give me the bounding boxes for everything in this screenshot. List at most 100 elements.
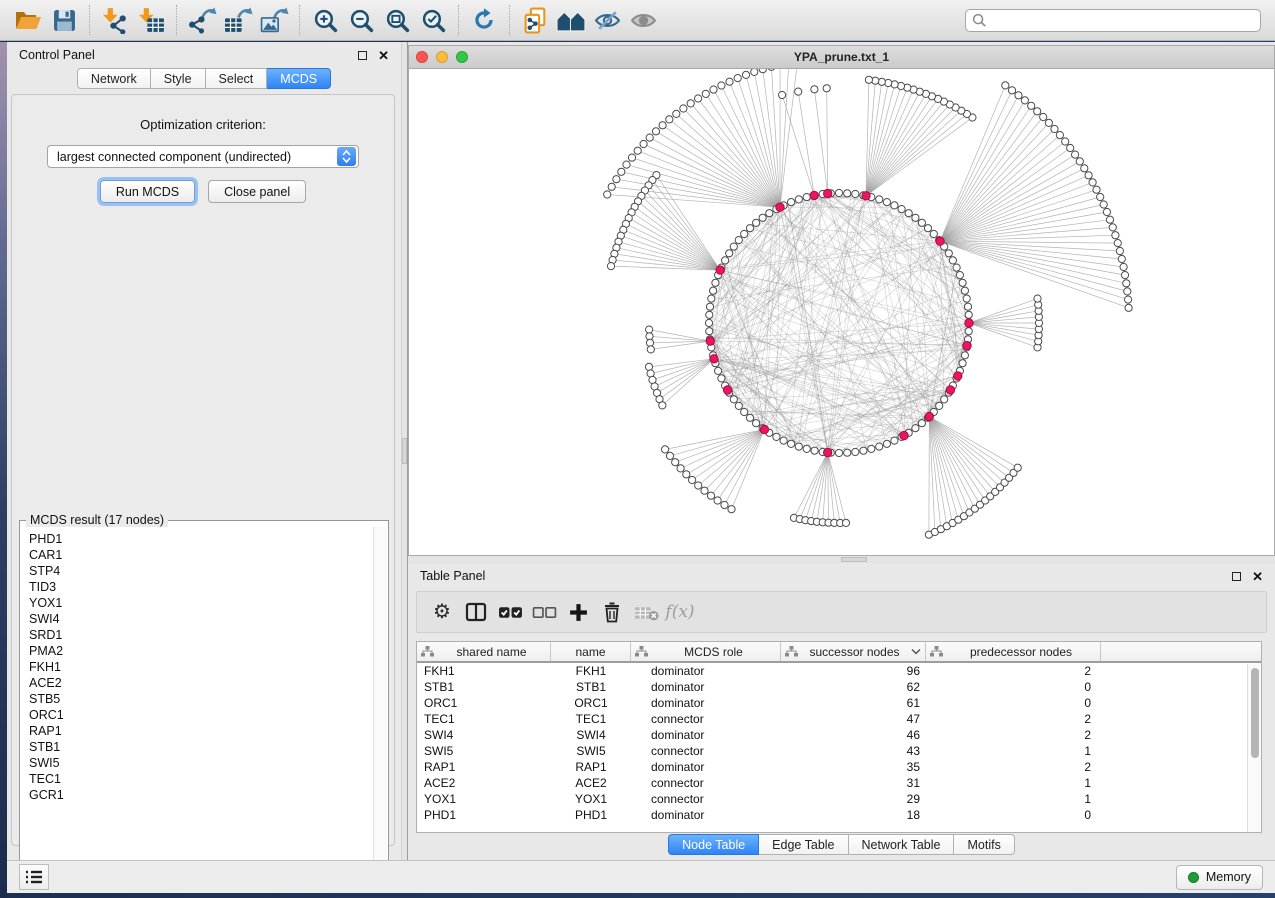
export-network-button[interactable] [184, 4, 220, 36]
control-panel-title: Control Panel [19, 48, 95, 62]
zoom-in-icon [313, 8, 338, 33]
vertical-splitter[interactable] [401, 42, 408, 860]
column-header-name[interactable]: name [551, 642, 631, 661]
clone-network-button[interactable] [517, 4, 553, 36]
mcds-list-item[interactable]: PHD1 [29, 531, 373, 547]
mcds-result-list[interactable]: PHD1CAR1STP4TID3YOX1SWI4SRD1PMA2FKH1ACE2… [21, 527, 373, 889]
deselect-all-button[interactable] [527, 596, 561, 628]
cell-shared-name: RAP1 [417, 760, 551, 774]
column-header-predecessor-nodes[interactable]: predecessor nodes [926, 642, 1101, 661]
memory-button[interactable]: Memory [1176, 865, 1263, 890]
export-table-button[interactable] [220, 4, 256, 36]
vertical-splitter-handle[interactable] [402, 438, 407, 464]
tab-node-table[interactable]: Node Table [668, 834, 759, 855]
tab-edge-table[interactable]: Edge Table [759, 834, 848, 855]
mcds-list-item[interactable]: FKH1 [29, 659, 373, 675]
mcds-list-item[interactable]: STB1 [29, 739, 373, 755]
table-row[interactable]: TEC1TEC1connector472 [417, 711, 1261, 727]
search-input[interactable] [987, 13, 1254, 27]
float-panel-icon[interactable] [358, 51, 367, 60]
mcds-list-item[interactable]: STB5 [29, 691, 373, 707]
optimization-criterion-label: Optimization criterion: [12, 117, 394, 132]
mcds-list-scrollbar[interactable] [373, 527, 387, 889]
mcds-list-item[interactable]: CAR1 [29, 547, 373, 563]
show-graphics-button[interactable] [625, 4, 661, 36]
table-row[interactable]: YOX1YOX1connector291 [417, 791, 1261, 807]
refresh-icon [471, 7, 497, 33]
delete-button[interactable] [595, 596, 629, 628]
close-panel-button[interactable]: Close panel [208, 180, 306, 203]
table-row[interactable]: ORC1ORC1dominator610 [417, 695, 1261, 711]
cell-predecessor-nodes: 1 [926, 776, 1101, 790]
column-header-successor-nodes[interactable]: successor nodes [781, 642, 926, 661]
add-column-button[interactable] [561, 596, 595, 628]
mcds-list-item[interactable]: TEC1 [29, 771, 373, 787]
delete-column-button[interactable] [629, 596, 663, 628]
mcds-list-item[interactable]: SRD1 [29, 627, 373, 643]
table-row[interactable]: SWI5SWI5connector431 [417, 743, 1261, 759]
tab-select[interactable]: Select [206, 68, 268, 89]
mcds-list-item[interactable]: GCR1 [29, 787, 373, 803]
mcds-list-item[interactable]: ACE2 [29, 675, 373, 691]
import-network-icon [101, 7, 130, 34]
refresh-button[interactable] [466, 4, 502, 36]
horizontal-splitter[interactable] [408, 556, 1275, 563]
run-mcds-button[interactable]: Run MCDS [100, 180, 195, 203]
import-network-button[interactable] [97, 4, 133, 36]
task-history-button[interactable] [19, 864, 49, 890]
search-box[interactable] [965, 9, 1261, 32]
mcds-list-item[interactable]: ORC1 [29, 707, 373, 723]
table-row[interactable]: PHD1PHD1dominator180 [417, 807, 1261, 823]
cell-shared-name: STB1 [417, 680, 551, 694]
table-scrollbar[interactable] [1247, 664, 1261, 832]
tab-network[interactable]: Network [77, 68, 151, 89]
column-header-mcds-role[interactable]: MCDS role [631, 642, 781, 661]
tab-motifs[interactable]: Motifs [954, 834, 1014, 855]
cell-successor-nodes: 43 [781, 744, 926, 758]
tab-style[interactable]: Style [151, 68, 206, 89]
network-canvas[interactable] [409, 69, 1274, 555]
cell-predecessor-nodes: 2 [926, 728, 1101, 742]
cell-shared-name: TEC1 [417, 712, 551, 726]
column-header-shared-name[interactable]: shared name [417, 642, 551, 661]
table-row[interactable]: FKH1FKH1dominator962 [417, 663, 1261, 679]
mcds-list-item[interactable]: YOX1 [29, 595, 373, 611]
mcds-list-item[interactable]: STP4 [29, 563, 373, 579]
table-settings-button[interactable]: ⚙ [425, 596, 459, 628]
close-panel-icon[interactable]: ✕ [1252, 570, 1263, 583]
horizontal-splitter-handle[interactable] [841, 557, 867, 562]
save-button[interactable] [46, 4, 82, 36]
cell-mcds-role: dominator [631, 664, 781, 678]
cell-successor-nodes: 18 [781, 808, 926, 822]
cell-successor-nodes: 96 [781, 664, 926, 678]
zoom-out-button[interactable] [343, 4, 379, 36]
show-columns-button[interactable] [459, 596, 493, 628]
float-panel-icon[interactable] [1232, 572, 1241, 581]
tab-network-table[interactable]: Network Table [849, 834, 955, 855]
export-image-button[interactable] [256, 4, 292, 36]
import-table-button[interactable] [133, 4, 169, 36]
table-row[interactable]: RAP1RAP1dominator352 [417, 759, 1261, 775]
homes-button[interactable] [553, 4, 589, 36]
zoom-selected-button[interactable] [415, 4, 451, 36]
mcds-list-item[interactable]: SWI4 [29, 611, 373, 627]
zoom-in-button[interactable] [307, 4, 343, 36]
cell-mcds-role: dominator [631, 696, 781, 710]
function-builder-button[interactable]: f(x) [663, 596, 697, 628]
tab-mcds[interactable]: MCDS [267, 68, 331, 89]
mcds-list-item[interactable]: PMA2 [29, 643, 373, 659]
mcds-list-item[interactable]: RAP1 [29, 723, 373, 739]
close-panel-icon[interactable]: ✕ [378, 49, 389, 62]
table-scrollbar-thumb[interactable] [1251, 668, 1259, 758]
criterion-select[interactable]: largest connected component (undirected) [47, 145, 359, 168]
hide-graphics-button[interactable] [589, 4, 625, 36]
cell-name: STB1 [551, 680, 631, 694]
table-row[interactable]: SWI4SWI4dominator462 [417, 727, 1261, 743]
mcds-list-item[interactable]: TID3 [29, 579, 373, 595]
mcds-list-item[interactable]: SWI5 [29, 755, 373, 771]
open-file-button[interactable] [10, 4, 46, 36]
zoom-fit-button[interactable] [379, 4, 415, 36]
table-row[interactable]: STB1STB1dominator620 [417, 679, 1261, 695]
table-row[interactable]: ACE2ACE2connector311 [417, 775, 1261, 791]
select-all-button[interactable] [493, 596, 527, 628]
